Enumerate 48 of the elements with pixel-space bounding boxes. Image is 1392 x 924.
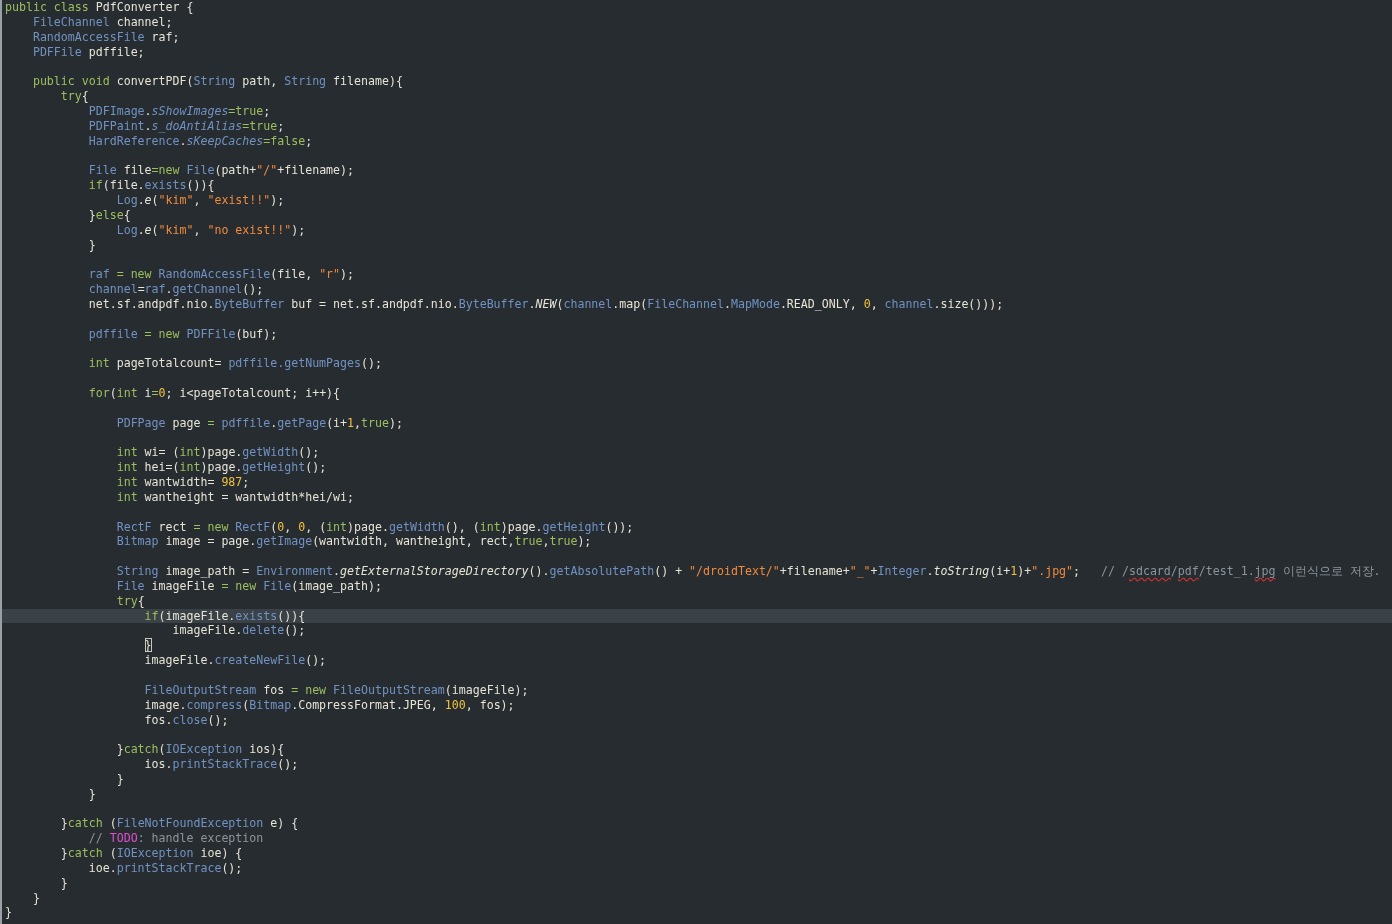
code-line: Bitmap image = page.getImage(wantwidth, wantheight, rect,true,true); xyxy=(115,534,593,550)
code-line: } xyxy=(115,771,125,787)
code-line: File file=new File(path+"/"+filename); xyxy=(87,163,356,179)
code-line: }else{ xyxy=(87,207,132,223)
code-line: imageFile.delete(); xyxy=(171,623,307,639)
code-line: }catch (FileNotFoundException e) { xyxy=(59,816,300,832)
code-line: } xyxy=(87,786,97,802)
code-line: String image_path = Environment.getExternalStorageDirectory().getAbsolutePath() + "/droidText/"+filename+"_"+Integer.toString(i+1)+".jpg"; // /sdcard/pdf/test_1.jpg 이런식으로 저장. xyxy=(115,564,1382,579)
code-line: RandomAccessFile raf; xyxy=(31,29,181,45)
code-line: Log.e("kim", "exist!!"); xyxy=(115,192,286,208)
code-line: } xyxy=(4,905,13,921)
code-line: }catch(IOException ios){ xyxy=(115,742,286,758)
code-line: int pageTotalcount= pdffile.getNumPages(); xyxy=(87,356,383,372)
code-line: ios.printStackTrace(); xyxy=(143,757,300,772)
code-line: File imageFile = new File(image_path); xyxy=(115,578,383,594)
code-line: fos.close(); xyxy=(143,712,230,728)
code-line: PDFPaint.s_doAntiAlias=true; xyxy=(87,118,286,134)
code-line: FileChannel channel; xyxy=(31,14,174,30)
code-line: net.sf.andpdf.nio.ByteBuffer buf = net.sf.andpdf.nio.ByteBuffer.NEW(channel.map(FileChannel.MapMode.READ_ONLY, 0, channel.size())); xyxy=(87,296,1005,312)
code-line: FileOutputStream fos = new FileOutputStream(imageFile); xyxy=(143,682,530,698)
code-line: pdffile = new PDFFile(buf); xyxy=(87,326,279,342)
code-line: } xyxy=(59,875,69,891)
code-line: int wantheight = wantwidth*hei/wi; xyxy=(115,489,355,505)
code-line: RectF rect = new RectF(0, 0, (int)page.getWidth(), (int)page.getHeight()); xyxy=(115,519,635,535)
code-line: public void convertPDF(String path, String filename){ xyxy=(31,74,404,90)
code-line: try{ xyxy=(115,593,146,609)
code-line: int wi= (int)page.getWidth(); xyxy=(115,445,321,461)
code-line: channel=raf.getChannel(); xyxy=(87,282,265,297)
code-line: int hei=(int)page.getHeight(); xyxy=(115,460,328,475)
code-line: public class PdfConverter { xyxy=(4,0,195,15)
code-line: PDFPage page = pdffile.getPage(i+1,true); xyxy=(115,415,404,431)
code-line: if(file.exists()){ xyxy=(87,178,216,193)
code-line: PDFFile pdffile; xyxy=(31,44,146,60)
code-line: imageFile.createNewFile(); xyxy=(143,653,328,668)
code-line: for(int i=0; i<pageTotalcount; i++){ xyxy=(87,385,342,401)
code-line: } xyxy=(31,890,41,906)
code-editor[interactable] xyxy=(0,0,1392,924)
code-line: int wantwidth= 987; xyxy=(115,475,251,490)
code-line: Log.e("kim", "no exist!!"); xyxy=(115,222,307,238)
code-line: // TODO: handle exception xyxy=(87,831,265,847)
code-line: HardReference.sKeepCaches=false; xyxy=(87,133,314,149)
code-line: image.compress(Bitmap.CompressFormat.JPEG, 100, fos); xyxy=(143,697,516,713)
code-line: try{ xyxy=(59,89,90,104)
code-line: }catch (IOException ioe) { xyxy=(59,846,244,861)
code-line: PDFImage.sShowImages=true; xyxy=(87,103,272,119)
code-line: raf = new RandomAccessFile(file, "r"); xyxy=(87,267,356,283)
code-line: ioe.printStackTrace(); xyxy=(87,860,244,876)
code-line: } xyxy=(87,237,97,253)
